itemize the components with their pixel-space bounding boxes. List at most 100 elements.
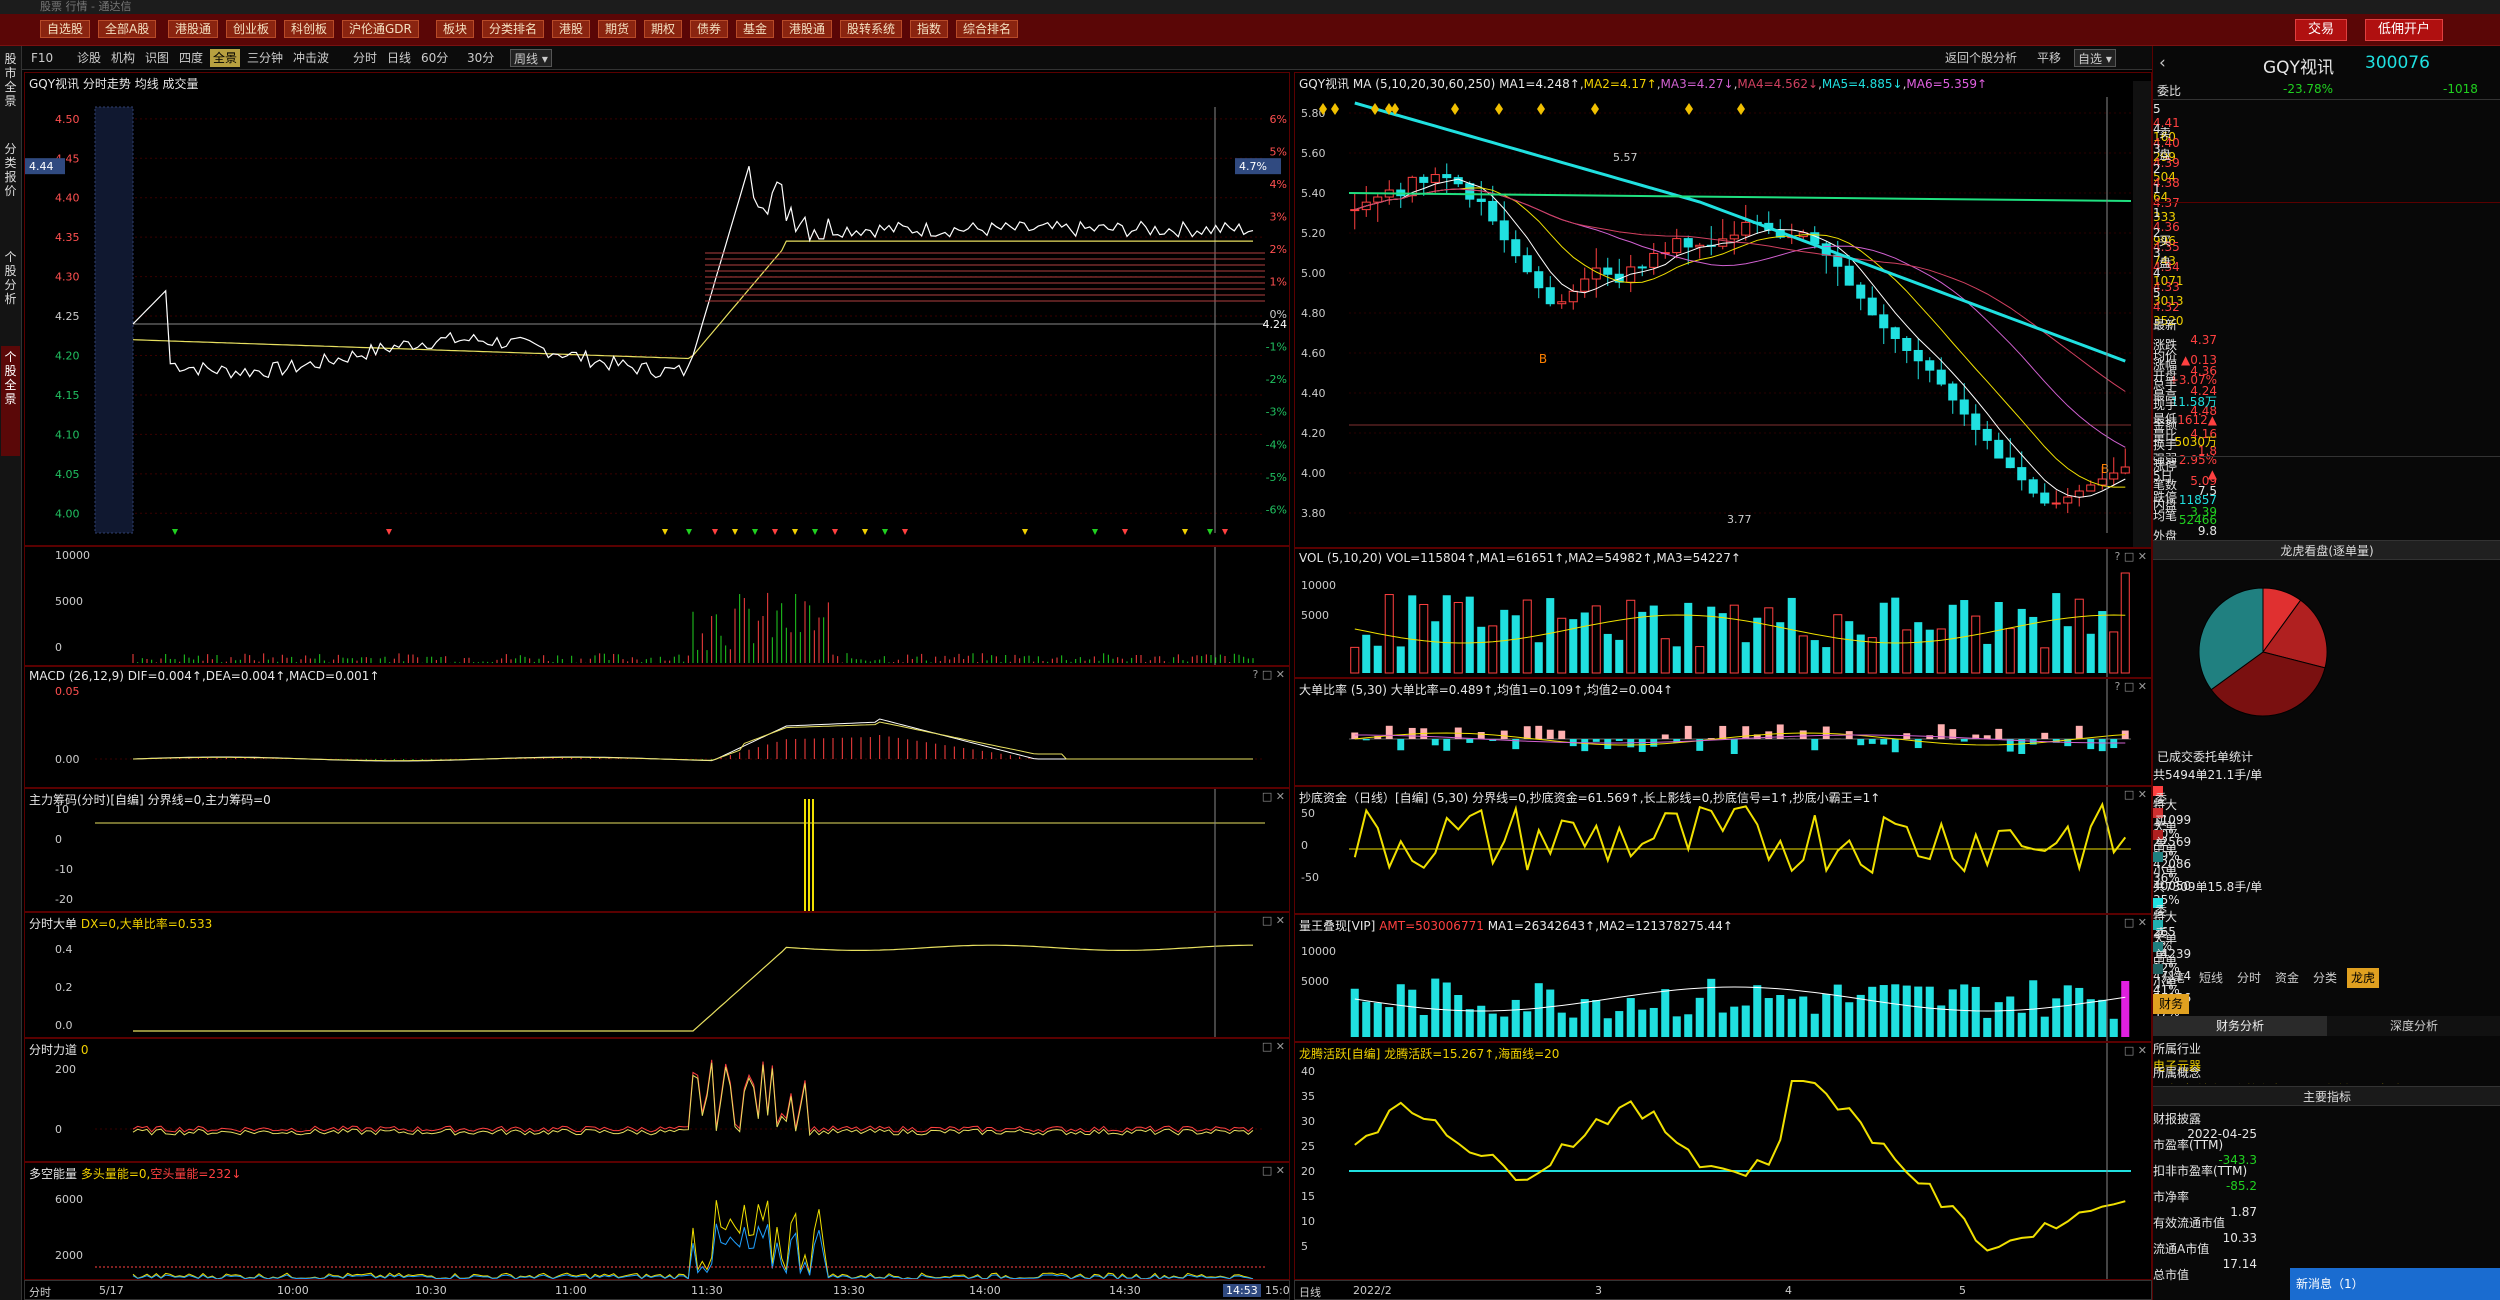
toolbar-1[interactable]: 诊股 [74, 49, 104, 67]
cdzj-tick: 0 [1301, 839, 1308, 852]
menu-item-5[interactable]: 沪伦通GDR [342, 20, 419, 38]
kvol-bar [1684, 602, 1693, 673]
lwjx-bar [2075, 987, 2084, 1037]
quote-tab-0[interactable]: 分笔 [2157, 968, 2189, 988]
toolbar-0[interactable]: F10 [28, 49, 56, 67]
kvol-bar [1580, 612, 1589, 673]
toolbar-5[interactable]: 全景 [210, 49, 241, 67]
lwjx-bar [2063, 985, 2072, 1037]
ddbl-panel[interactable]: 大单比率 (5,30) 大单比率=0.489↑,均值1=0.109↑,均值2=0… [1294, 678, 2152, 786]
signal-marker [882, 529, 888, 535]
toolbar-10[interactable]: 60分 [418, 49, 451, 67]
force-panel[interactable]: 分时力道 0 □ ✕ 200 0 [24, 1038, 1290, 1162]
menu-item-11[interactable]: 债券 [690, 20, 729, 38]
menu-item-9[interactable]: 期货 [598, 20, 637, 38]
time-tick: 10:30 [415, 1284, 447, 1297]
menu-item-13[interactable]: 港股通 [782, 20, 833, 38]
kvol-bar [1764, 607, 1774, 674]
menu-item-4[interactable]: 科创板 [284, 20, 335, 38]
finance-tab[interactable]: 财务 [2153, 994, 2190, 1014]
kvol-bar [1718, 613, 1727, 673]
fin-subtab-0[interactable]: 财务分析 [2153, 1016, 2327, 1036]
menu-item-3[interactable]: 创业板 [226, 20, 277, 38]
zlcm-tick: -20 [55, 893, 73, 906]
menu-item-6[interactable]: 板块 [436, 20, 475, 38]
sell-side-label: 卖盘 [2159, 126, 2172, 162]
menu-item-10[interactable]: 期权 [644, 20, 683, 38]
lthy-panel[interactable]: 龙腾活跃[自编] 龙腾活跃=15.267↑,海面线=20 □ ✕ 40 35 30 2… [1294, 1042, 2152, 1280]
toolbar-3[interactable]: 识图 [142, 49, 172, 67]
pct-tick-label: 1% [1270, 276, 1287, 289]
toolbar-9[interactable]: 日线 [384, 49, 414, 67]
toolbar-right-2[interactable]: 自选 ▾ [2074, 49, 2116, 67]
menu-item-15[interactable]: 指数 [910, 20, 949, 38]
kvol-bar [1822, 647, 1831, 673]
tab-category-quote[interactable]: 分类报价 [1, 138, 20, 228]
candle-body [2074, 490, 2084, 498]
intraday-volume-panel[interactable]: 10000 5000 0 [24, 546, 1290, 666]
menu-item-12[interactable]: 基金 [736, 20, 775, 38]
ddbl-chart [1349, 679, 2131, 785]
new-message-notice[interactable]: 新消息（1） [2290, 1268, 2500, 1300]
kvol-bar [1672, 646, 1681, 673]
menu-item-0[interactable]: 自选股 [40, 20, 91, 38]
toolbar-right-1[interactable]: 平移 [2034, 49, 2064, 67]
menu-item-2[interactable]: 港股通 [168, 20, 219, 38]
quote-tab-3[interactable]: 资金 [2271, 968, 2303, 988]
toolbar-12[interactable]: 周线 ▾ [510, 49, 552, 67]
ddbl-bar [1638, 739, 1646, 752]
lwjx-bar [2017, 1012, 2026, 1037]
toolbar-7[interactable]: 冲击波 [290, 49, 332, 67]
quote-tab-5[interactable]: 龙虎 [2347, 968, 2380, 988]
toolbar-8[interactable]: 分时 [350, 49, 380, 67]
lwjx-bar [1994, 1002, 2003, 1037]
macd-panel[interactable]: MACD (26,12,9) DIF=0.004↑,DEA=0.004↑,MAC… [24, 666, 1290, 788]
kvol-bar [2063, 626, 2072, 673]
industry-label: 所属行业 [2153, 1042, 2202, 1056]
macd-tick: 0.00 [55, 753, 80, 766]
lwjx-bar [1649, 1007, 1658, 1037]
dea-line [132, 721, 1253, 762]
back-icon[interactable]: ‹ [2159, 53, 2166, 73]
scrollbar [2133, 81, 2151, 547]
legend-swatch [2153, 852, 2163, 862]
menu-item-16[interactable]: 综合排名 [956, 20, 1019, 38]
lwjx-panel[interactable]: 量王叠现[VIP] AMT=503006771 MA1=26342643↑,MA… [1294, 914, 2152, 1042]
tab-market-overview[interactable]: 股市全景 [1, 48, 20, 118]
lwjx-bar [1373, 1002, 1382, 1037]
toolbar-2[interactable]: 机构 [108, 49, 138, 67]
kline-panel[interactable]: GQY视讯 MA (5,10,20,30,60,250) MA1=4.248↑,… [1294, 72, 2152, 548]
kline-volume-panel[interactable]: VOL (5,10,20) VOL=115804↑,MA1=61651↑,MA2… [1294, 548, 2152, 678]
quote-tab-2[interactable]: 分时 [2233, 968, 2265, 988]
quote-tab-1[interactable]: 短线 [2195, 968, 2227, 988]
candle-body [1350, 209, 1360, 212]
fin-subtab-1[interactable]: 深度分析 [2327, 1016, 2500, 1036]
kvol-bar [1845, 621, 1854, 673]
menu-item-7[interactable]: 分类排名 [482, 20, 545, 38]
big-order-panel[interactable]: 分时大单 DX=0,大单比率=0.533 □ ✕ 0.4 0.2 0.0 [24, 912, 1290, 1038]
tab-stock-analysis[interactable]: 个股分析 [1, 246, 20, 326]
toolbar-4[interactable]: 四度 [176, 49, 206, 67]
intraday-price-panel[interactable]: GQY视讯 分时走势 均线 成交量 4.50 4.45 4.40 4.35 4.30 4.… [24, 72, 1290, 546]
toolbar-11[interactable]: 30分 [464, 49, 497, 67]
trade-button[interactable]: 交易 [2295, 19, 2348, 41]
ddbl-bar [1397, 739, 1405, 751]
kvol-bar [1798, 635, 1808, 674]
toolbar-6[interactable]: 三分钟 [244, 49, 286, 67]
energy-panel[interactable]: 多空能量 多头量能=0,空头量能=232↓ □ ✕ 6000 2000 [24, 1162, 1290, 1280]
menu-item-14[interactable]: 股转系统 [840, 20, 903, 38]
kvol-bar [1465, 596, 1474, 673]
menu-item-1[interactable]: 全部A股 [98, 20, 157, 38]
quote-tab-4[interactable]: 分类 [2309, 968, 2341, 988]
tab-stock-panorama[interactable]: 个股全景 [1, 346, 20, 456]
main-chip-panel[interactable]: 主力筹码(分时)[自编] 分界线=0,主力筹码=0 □ ✕ 10 0 -10 -20 [24, 788, 1290, 912]
total-buy: 共5494单21.1手/单 [2153, 768, 2263, 782]
cdzj-panel[interactable]: 抄底资金（日线）[自编] (5,30) 分界线=0,抄底资金=61.569↑,长… [1294, 786, 2152, 914]
lwjx-bar [1672, 1016, 1681, 1037]
menu-item-8[interactable]: 港股 [552, 20, 591, 38]
kvol-bar [2074, 598, 2084, 674]
ddbl-bar [1661, 734, 1669, 739]
toolbar-right-0[interactable]: 返回个股分析 [1942, 49, 2020, 67]
open-account-button[interactable]: 低佣开户 [2365, 19, 2444, 41]
lthy-chart: 40 35 30 25 20 15 10 5 [1301, 1043, 2131, 1279]
